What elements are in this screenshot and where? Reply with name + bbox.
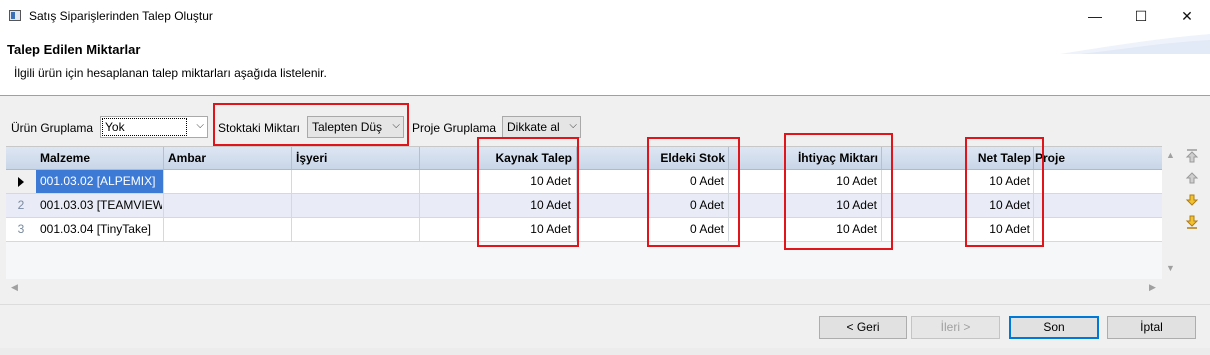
cell-proje bbox=[1037, 218, 1157, 241]
highlight-kaynak-talep bbox=[477, 137, 579, 247]
cancel-button[interactable]: İptal bbox=[1107, 316, 1196, 339]
urun-gruplama-label: Ürün Gruplama bbox=[11, 121, 94, 135]
cell-divider bbox=[291, 194, 292, 217]
cell-divider bbox=[163, 218, 164, 241]
scroll-right-icon[interactable]: ▶ bbox=[1149, 282, 1156, 293]
move-up-icon[interactable] bbox=[1184, 170, 1200, 186]
column-divider bbox=[163, 147, 164, 169]
scroll-down-icon[interactable]: ▼ bbox=[1166, 263, 1175, 273]
maximize-button[interactable]: ☐ bbox=[1118, 0, 1164, 32]
scroll-left-icon[interactable]: ◀ bbox=[11, 282, 18, 293]
close-button[interactable]: ✕ bbox=[1164, 0, 1210, 32]
row-indicator bbox=[6, 170, 36, 193]
cell-divider bbox=[163, 194, 164, 217]
finish-button[interactable]: Son bbox=[1009, 316, 1099, 339]
window-title: Satış Siparişlerinden Talep Oluştur bbox=[29, 9, 213, 23]
next-button[interactable]: İleri > bbox=[911, 316, 1000, 339]
proje-gruplama-select[interactable]: Dikkate al ⌵ bbox=[502, 116, 581, 138]
highlight-stoktaki-miktari bbox=[213, 103, 409, 146]
cell-malzeme: 001.03.04 [TinyTake] bbox=[40, 222, 151, 236]
cell-divider bbox=[291, 170, 292, 193]
move-top-icon[interactable] bbox=[1184, 148, 1200, 164]
highlight-ihtiyac-miktari bbox=[784, 133, 893, 250]
back-button[interactable]: < Geri bbox=[819, 316, 907, 339]
vertical-scrollbar[interactable]: ▲ ▼ bbox=[1162, 146, 1179, 279]
row-number: 3 bbox=[17, 222, 25, 236]
app-icon bbox=[9, 10, 21, 21]
cell-ambar bbox=[168, 170, 288, 193]
urun-gruplama-select[interactable]: Yok ⌵ bbox=[100, 116, 208, 138]
cell-divider bbox=[419, 194, 420, 217]
column-header-malzeme[interactable]: Malzeme bbox=[40, 151, 90, 165]
cell-proje bbox=[1037, 170, 1157, 193]
move-bottom-icon[interactable] bbox=[1184, 214, 1200, 230]
title-bar: Satış Siparişlerinden Talep Oluştur — ☐ … bbox=[0, 0, 1210, 32]
chevron-down-icon: ⌵ bbox=[569, 120, 577, 131]
wizard-header: Talep Edilen Miktarlar İlgili ürün için … bbox=[0, 32, 1210, 95]
cell-divider bbox=[163, 170, 164, 193]
cell-malzeme: 001.03.02 [ALPEMIX] bbox=[40, 174, 156, 188]
chevron-down-icon: ⌵ bbox=[196, 120, 204, 131]
column-header-ambar[interactable]: Ambar bbox=[168, 151, 206, 165]
page-title: Talep Edilen Miktarlar bbox=[7, 42, 141, 57]
highlight-eldeki-stok bbox=[647, 137, 740, 247]
column-divider bbox=[419, 147, 420, 169]
minimize-button[interactable]: — bbox=[1072, 0, 1118, 32]
cell-divider bbox=[419, 218, 420, 241]
urun-gruplama-value: Yok bbox=[105, 120, 125, 134]
cell-malzeme: 001.03.03 [TEAMVIEW... bbox=[40, 198, 162, 212]
column-divider bbox=[291, 147, 292, 169]
move-down-icon[interactable] bbox=[1184, 192, 1200, 208]
proje-gruplama-label: Proje Gruplama bbox=[412, 121, 497, 135]
page-description: İlgili ürün için hesaplanan talep miktar… bbox=[14, 66, 327, 80]
cell-ambar bbox=[168, 194, 288, 217]
scroll-up-icon[interactable]: ▲ bbox=[1166, 150, 1175, 160]
horizontal-scrollbar[interactable]: ◀ ▶ bbox=[6, 279, 1162, 296]
cell-isyeri bbox=[296, 194, 416, 217]
row-number: 2 bbox=[17, 198, 25, 212]
proje-gruplama-value: Dikkate al bbox=[507, 120, 560, 134]
cell-proje bbox=[1037, 194, 1157, 217]
column-header-isyeri[interactable]: İşyeri bbox=[296, 151, 327, 165]
cell-ambar bbox=[168, 218, 288, 241]
cell-isyeri bbox=[296, 218, 416, 241]
current-row-icon bbox=[18, 177, 24, 187]
footer-separator bbox=[0, 304, 1210, 305]
highlight-net-talep bbox=[965, 137, 1044, 247]
cell-divider bbox=[291, 218, 292, 241]
header-decoration bbox=[1060, 34, 1210, 54]
background-window-edge bbox=[0, 348, 1210, 355]
cell-divider bbox=[419, 170, 420, 193]
content-area: Ürün Gruplama Yok ⌵ Stoktaki Miktarı Tal… bbox=[0, 96, 1210, 355]
cell-isyeri bbox=[296, 170, 416, 193]
